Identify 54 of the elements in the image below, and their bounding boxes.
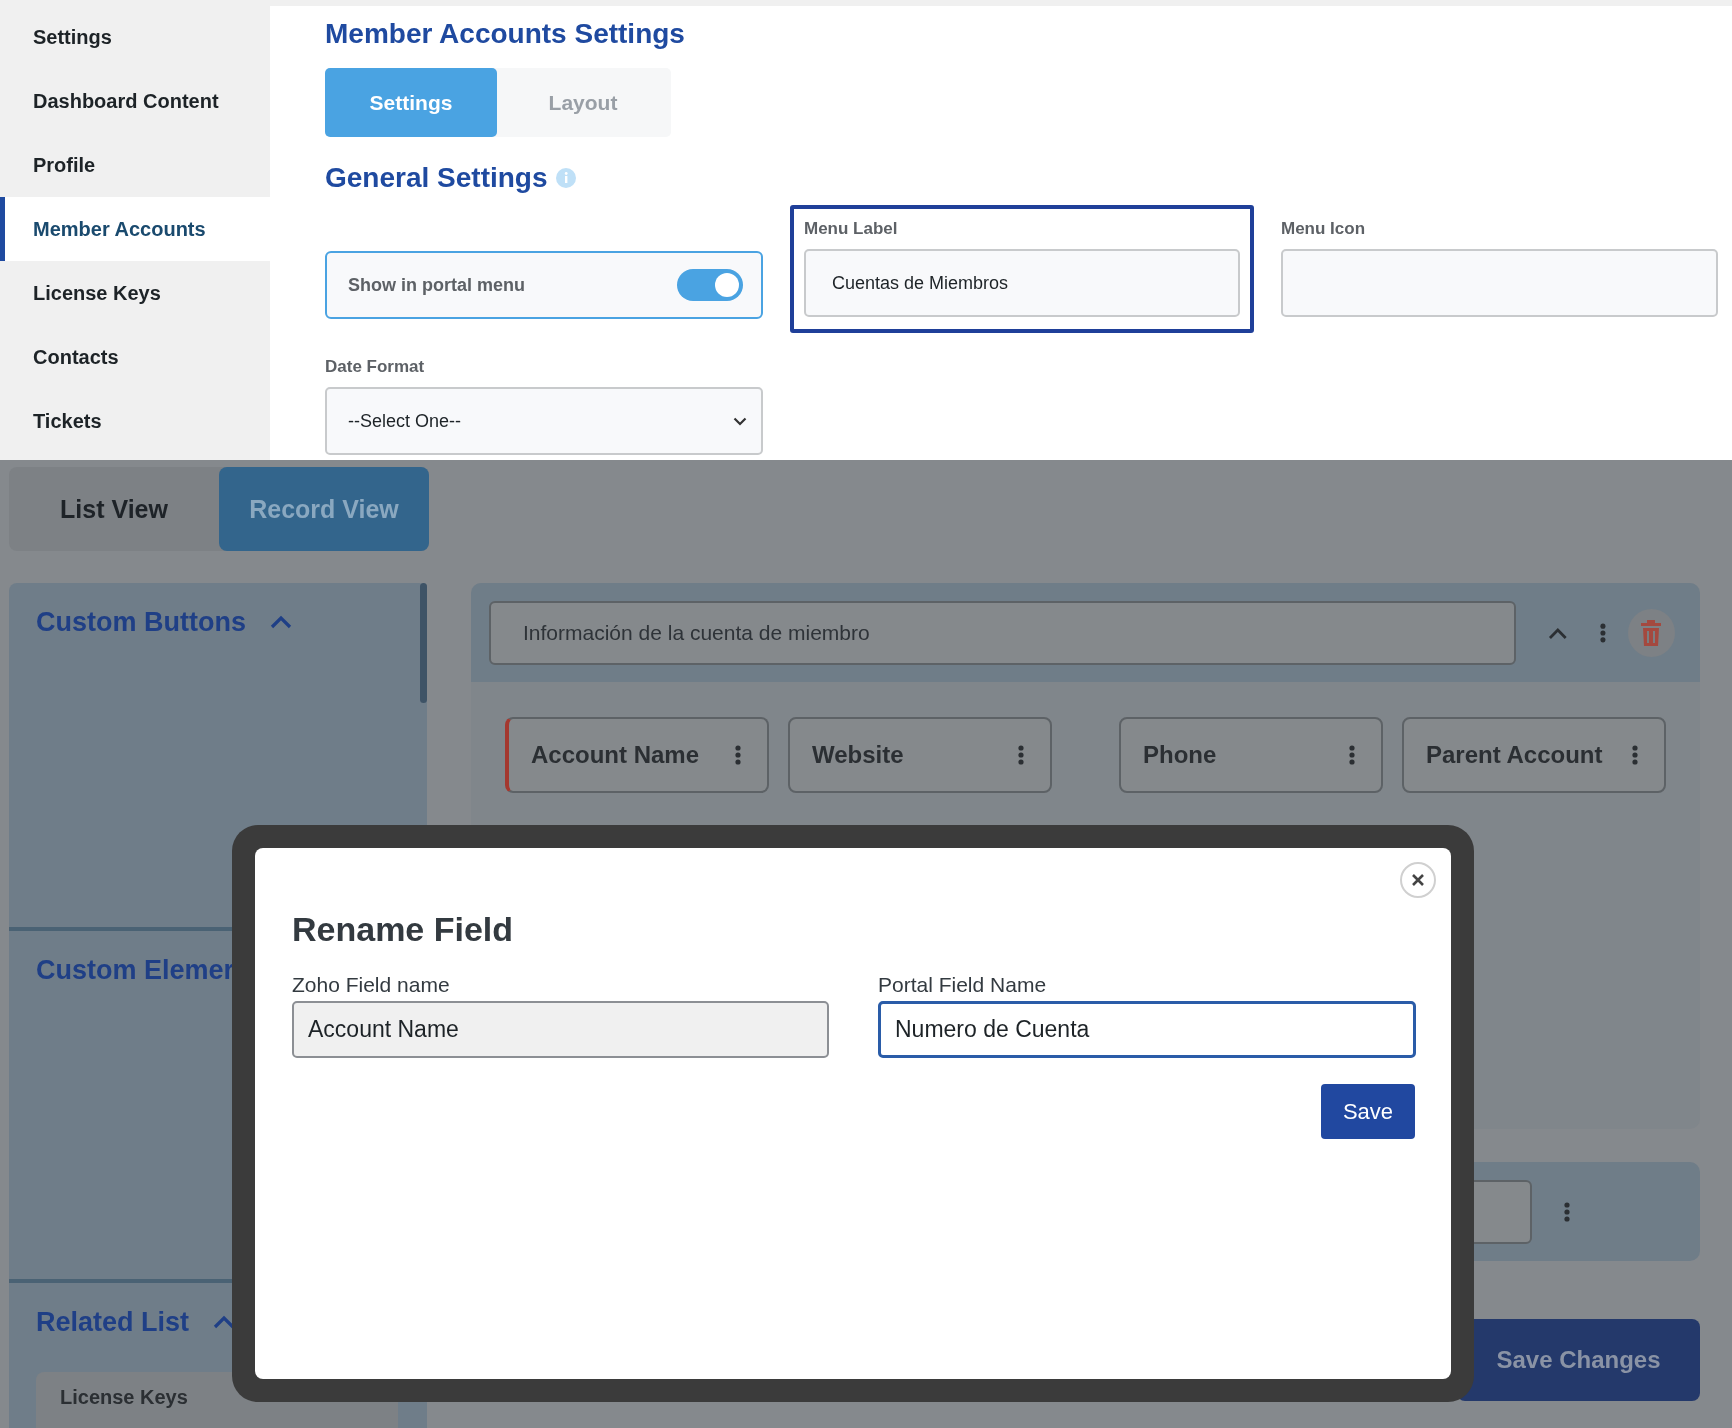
field-label: Menu Label — [804, 218, 899, 240]
input-field[interactable]: Numero de Cuenta — [878, 1001, 1416, 1058]
input-field[interactable] — [1281, 249, 1718, 317]
toggle-label: Show in portal menu — [348, 274, 525, 296]
more-icon[interactable] — [1564, 1201, 1570, 1222]
page-title: Member Accounts Settings — [325, 18, 686, 50]
input-field[interactable]: Cuentas de Miembros — [804, 249, 1240, 317]
tab[interactable]: List View — [9, 467, 219, 551]
more-icon[interactable] — [735, 745, 741, 765]
sidebar-item[interactable]: Dashboard Content — [0, 69, 270, 133]
info-icon — [555, 168, 576, 188]
more-icon[interactable] — [1349, 745, 1355, 765]
select-field[interactable]: --Select One-- — [325, 387, 763, 455]
more-icon[interactable] — [1018, 745, 1024, 765]
section-heading[interactable]: Custom Buttons — [36, 606, 246, 638]
toggle-switch[interactable] — [677, 269, 743, 301]
section-title: General Settings — [325, 162, 548, 194]
sidebar-item[interactable]: Settings — [0, 5, 270, 69]
sidebar-item[interactable]: Member Accounts — [0, 197, 270, 261]
field-label: Zoho Field name — [292, 973, 451, 997]
section-title-field[interactable]: Información de la cuenta de miembro — [489, 600, 1517, 665]
close-button[interactable] — [1400, 862, 1436, 898]
section-heading[interactable]: Related List — [36, 1306, 190, 1338]
field-label: Menu Icon — [1281, 218, 1367, 240]
dialog-title: Rename Field — [292, 910, 515, 949]
tab[interactable]: Record View — [219, 467, 429, 551]
field-name: Website — [812, 741, 904, 769]
close-icon — [1411, 873, 1425, 887]
field-card[interactable]: Account Name — [505, 717, 769, 793]
input-field: Account Name — [292, 1001, 829, 1058]
more-icon[interactable] — [1599, 622, 1606, 643]
chevron-up-icon[interactable] — [1548, 626, 1568, 639]
more-icon[interactable] — [1632, 745, 1638, 765]
sidebar-item[interactable]: License Keys — [0, 261, 270, 325]
field-card[interactable]: Website — [788, 717, 1052, 793]
field-name: Account Name — [531, 741, 700, 769]
tab[interactable]: Settings — [325, 68, 497, 137]
field-name: Parent Account — [1426, 741, 1603, 769]
item-label: License Keys — [60, 1386, 188, 1408]
field-name: Phone — [1143, 741, 1217, 769]
scrollbar[interactable] — [420, 583, 427, 703]
section-heading[interactable]: Custom Elemer — [36, 954, 235, 986]
field-card[interactable]: Phone — [1119, 717, 1383, 793]
sidebar-item[interactable]: Tickets — [0, 389, 270, 453]
tab[interactable]: Layout — [497, 68, 669, 137]
chevron-up-icon[interactable] — [270, 615, 292, 629]
save-button[interactable]: Save — [1321, 1084, 1415, 1139]
field-card[interactable]: Parent Account — [1402, 717, 1666, 793]
field-label: Portal Field Name — [878, 973, 1048, 997]
sidebar-item[interactable]: Contacts — [0, 325, 270, 389]
field-label: Date Format — [325, 356, 426, 378]
chevron-down-icon — [733, 416, 747, 426]
sidebar-item[interactable]: Profile — [0, 133, 270, 197]
trash-icon — [1640, 619, 1663, 646]
